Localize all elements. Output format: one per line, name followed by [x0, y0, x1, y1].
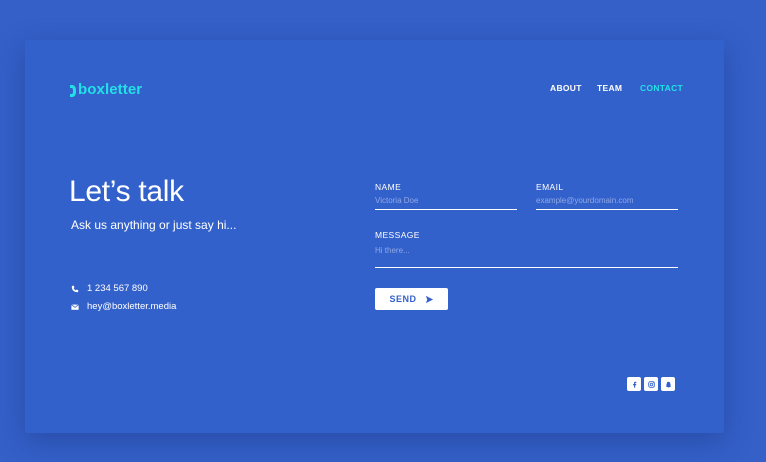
snapchat-button[interactable] [661, 377, 675, 391]
social-links [627, 377, 675, 391]
mail-icon [71, 303, 79, 310]
name-input[interactable] [375, 196, 517, 210]
send-button[interactable]: SEND [375, 288, 448, 310]
facebook-icon [632, 381, 636, 388]
send-icon [425, 295, 433, 303]
email-input[interactable] [536, 196, 678, 210]
send-button-label: SEND [389, 294, 417, 304]
email-label: EMAIL [536, 182, 564, 192]
message-label: MESSAGE [375, 230, 420, 240]
email-row: hey@boxletter.media [71, 301, 176, 312]
brand-name: boxletter [78, 81, 143, 98]
page-subtitle: Ask us anything or just say hi... [71, 218, 237, 232]
message-input[interactable] [375, 246, 678, 268]
nav-contact[interactable]: CONTACT [640, 83, 683, 93]
name-label: NAME [375, 182, 402, 192]
facebook-button[interactable] [627, 377, 641, 391]
phone-number: 1 234 567 890 [87, 283, 148, 294]
phone-row: 1 234 567 890 [71, 283, 148, 294]
instagram-button[interactable] [644, 377, 658, 391]
brand-logo[interactable]: boxletter [70, 81, 142, 98]
instagram-icon [647, 380, 655, 388]
nav-about[interactable]: ABOUT [550, 83, 582, 93]
page-title: Let’s talk [69, 175, 184, 208]
email-address[interactable]: hey@boxletter.media [87, 301, 176, 312]
phone-icon [71, 285, 79, 292]
nav-team[interactable]: TEAM [597, 83, 622, 93]
logo-mark-icon [70, 84, 76, 97]
snapchat-icon [665, 381, 671, 387]
